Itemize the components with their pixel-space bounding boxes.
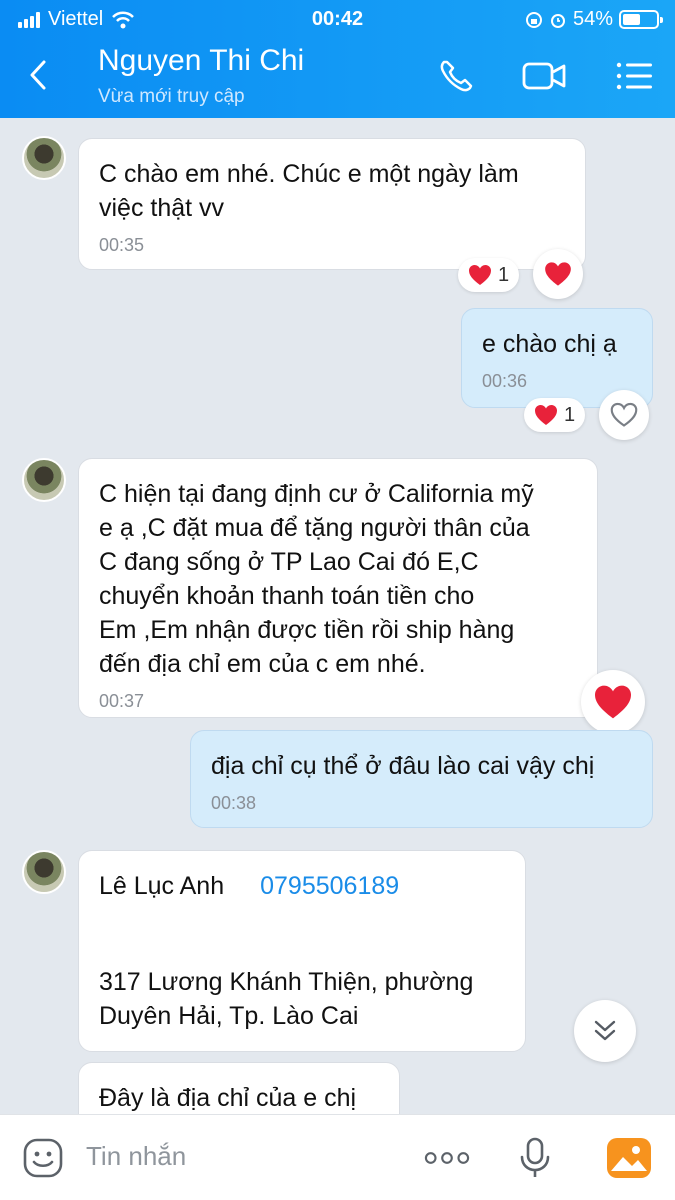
more-icon bbox=[424, 1152, 470, 1164]
chat-area[interactable]: C chào em nhé. Chúc e một ngày làm việc … bbox=[0, 118, 675, 1114]
message-time: 00:38 bbox=[211, 793, 257, 813]
message-text: e ạ ,C đặt mua để tặng người thân của bbox=[99, 514, 530, 542]
alarm-icon bbox=[550, 13, 565, 28]
reaction-count: 1 bbox=[498, 263, 510, 286]
message-bubble[interactable]: C chào em nhé. Chúc e một ngày làm việc … bbox=[78, 138, 586, 270]
message-text: C đang sống ở TP Lao Cai đó E,C bbox=[99, 548, 479, 576]
heart-icon bbox=[545, 262, 571, 286]
status-bar: Viettel 00:42 54% bbox=[0, 8, 675, 32]
heart-icon bbox=[535, 405, 557, 425]
back-arrow-icon[interactable] bbox=[22, 58, 56, 92]
double-chevron-down-icon bbox=[594, 1020, 616, 1041]
more-options-button[interactable] bbox=[424, 1135, 470, 1181]
avatar[interactable] bbox=[22, 458, 66, 502]
message-text: Em ,Em nhận được tiền rồi ship hàng bbox=[99, 616, 515, 644]
battery-level bbox=[623, 14, 641, 25]
battery-icon bbox=[619, 10, 663, 29]
microphone-icon bbox=[520, 1137, 550, 1177]
video-icon[interactable] bbox=[522, 56, 566, 96]
sticker-icon bbox=[23, 1138, 63, 1178]
phone-link[interactable]: 0795506189 bbox=[260, 872, 399, 900]
reaction-summary[interactable]: 1 bbox=[458, 258, 520, 292]
photo-icon bbox=[607, 1138, 651, 1178]
message-bubble[interactable]: Lê Lục Anh 0795506189 317 Lương Khánh Thi… bbox=[78, 850, 526, 1052]
battery-percent: 54% bbox=[572, 8, 613, 30]
message-text: C hiện tại đang định cư ở California mỹ bbox=[99, 480, 534, 508]
scroll-down-button[interactable] bbox=[574, 1000, 636, 1062]
reaction-summary[interactable]: 1 bbox=[524, 398, 586, 432]
react-button[interactable] bbox=[533, 249, 583, 299]
message-text: địa chỉ cụ thể ở đâu lào cai vậy chị bbox=[211, 752, 595, 780]
message-text: e chào chị ạ bbox=[482, 330, 617, 358]
message-bubble[interactable]: Đây là địa chỉ của e chị bbox=[78, 1062, 400, 1114]
message-text: đến địa chỉ em của c em nhé. bbox=[99, 650, 426, 678]
heart-outline-icon bbox=[610, 402, 638, 427]
phone-icon[interactable] bbox=[434, 56, 478, 96]
message-time: 00:36 bbox=[482, 371, 528, 391]
menu-icon[interactable] bbox=[612, 56, 656, 96]
react-button[interactable] bbox=[581, 670, 645, 734]
emoji-button[interactable] bbox=[20, 1135, 66, 1181]
react-button[interactable] bbox=[599, 390, 649, 440]
message-text: Lê Lục Anh bbox=[99, 872, 225, 900]
voice-button[interactable] bbox=[512, 1135, 558, 1181]
message-composer: Tin nhắn bbox=[0, 1114, 675, 1200]
photo-button[interactable] bbox=[606, 1135, 652, 1181]
heart-icon bbox=[595, 685, 631, 719]
message-text: 317 Lương Khánh Thiện, phường bbox=[99, 968, 474, 996]
message-bubble[interactable]: địa chỉ cụ thể ở đâu lào cai vậy chị 00:… bbox=[190, 730, 653, 828]
message-time: 00:37 bbox=[99, 691, 145, 711]
contact-status: Vừa mới truy cập bbox=[98, 86, 245, 107]
message-text: việc thật vv bbox=[99, 194, 225, 222]
message-text: C chào em nhé. Chúc e một ngày làm bbox=[99, 160, 519, 188]
contact-name[interactable]: Nguyen Thi Chi bbox=[98, 44, 304, 78]
message-time: 00:35 bbox=[99, 235, 145, 255]
message-input[interactable]: Tin nhắn bbox=[86, 1141, 186, 1172]
message-text: chuyển khoản thanh toán tiền cho bbox=[99, 582, 475, 610]
contact-card-line: Lê Lục Anh 0795506189 bbox=[99, 869, 505, 903]
top-bar: Viettel 00:42 54% Nguyen Thi Chi Vừa mới… bbox=[0, 0, 675, 118]
message-text: Đây là địa chỉ của e chị bbox=[99, 1084, 357, 1112]
rotation-lock-icon bbox=[525, 11, 542, 28]
message-bubble[interactable]: C hiện tại đang định cư ở California mỹ … bbox=[78, 458, 598, 718]
avatar[interactable] bbox=[22, 136, 66, 180]
message-text: Duyên Hải, Tp. Lào Cai bbox=[99, 1002, 359, 1030]
heart-icon bbox=[469, 265, 491, 285]
reaction-count: 1 bbox=[564, 403, 576, 426]
avatar[interactable] bbox=[22, 850, 66, 894]
